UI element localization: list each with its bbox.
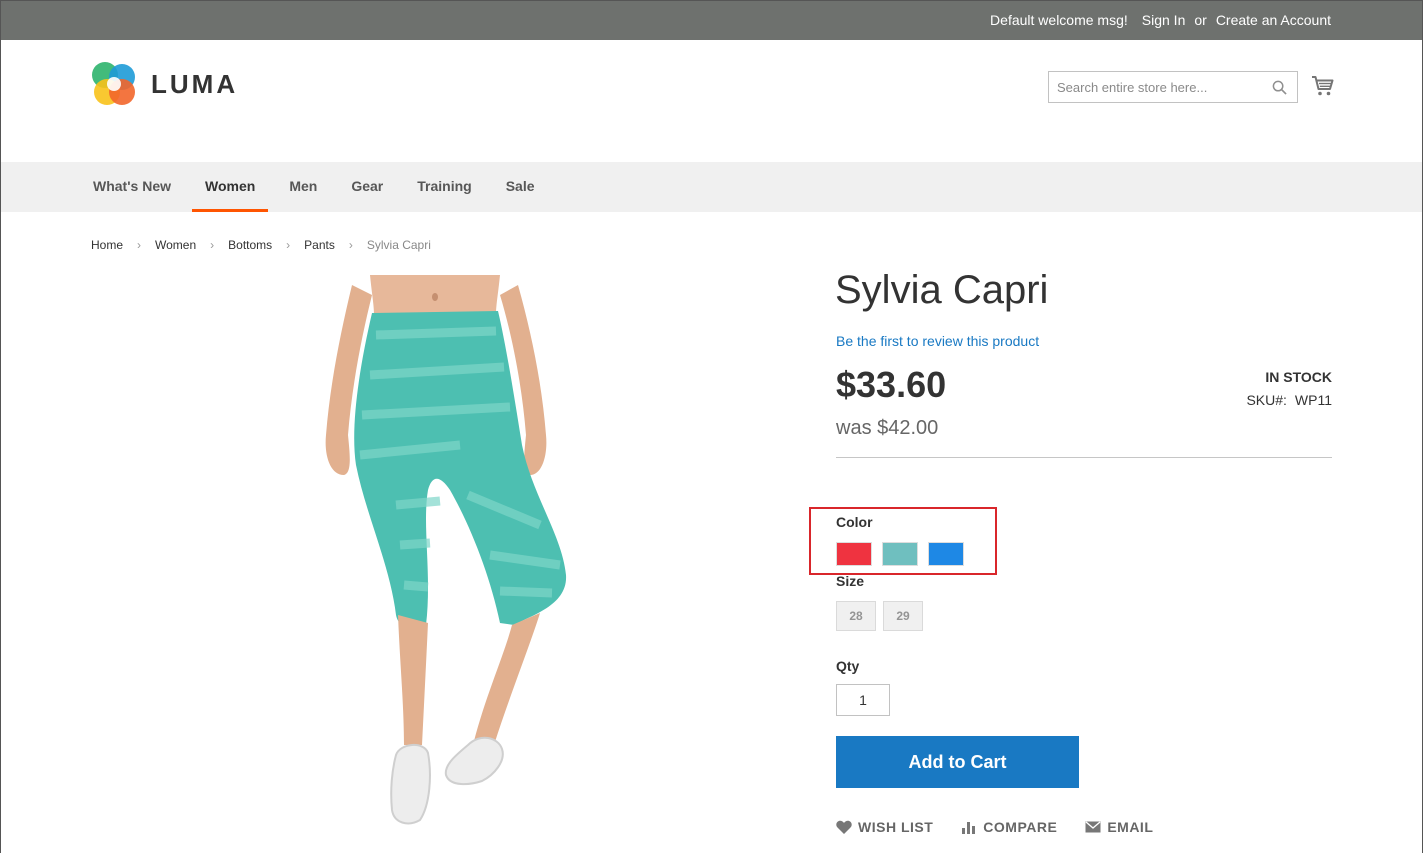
heart-icon	[836, 820, 852, 834]
chevron-right-icon: ›	[210, 238, 215, 252]
breadcrumb-pants[interactable]: Pants	[304, 238, 335, 252]
logo[interactable]: LUMA	[92, 62, 238, 107]
review-link[interactable]: Be the first to review this product	[836, 333, 1039, 349]
top-bar: Default welcome msg! Sign In or Create a…	[0, 0, 1423, 40]
chevron-right-icon: ›	[137, 238, 142, 252]
swatch-red[interactable]	[836, 542, 872, 566]
swatch-turquoise[interactable]	[882, 542, 918, 566]
welcome-message: Default welcome msg!	[990, 12, 1128, 28]
compare-icon	[962, 822, 976, 834]
top-links: Default welcome msg! Sign In or Create a…	[990, 12, 1331, 28]
color-label: Color	[836, 514, 873, 530]
size-option-29[interactable]: 29	[883, 601, 923, 631]
breadcrumb-home[interactable]: Home	[91, 238, 123, 252]
sign-in-link[interactable]: Sign In	[1142, 12, 1186, 28]
or-separator: or	[1194, 12, 1207, 28]
nav-item-gear[interactable]: Gear	[334, 162, 400, 212]
wish-list-label: WISH LIST	[858, 819, 934, 835]
product-title: Sylvia Capri	[835, 268, 1049, 312]
logo-icon	[92, 62, 137, 107]
cart-icon[interactable]	[1311, 74, 1335, 98]
chevron-right-icon: ›	[348, 238, 353, 252]
search-box	[1048, 71, 1298, 103]
nav-item-women[interactable]: Women	[188, 162, 272, 212]
compare-link[interactable]: COMPARE	[961, 819, 1057, 835]
nav-item-sale[interactable]: Sale	[489, 162, 552, 212]
size-option-28[interactable]: 28	[836, 601, 876, 631]
email-link[interactable]: EMAIL	[1085, 819, 1153, 835]
breadcrumb-current: Sylvia Capri	[366, 238, 431, 252]
sku-label: SKU#:	[1246, 392, 1287, 408]
divider	[836, 457, 1332, 458]
logo-text: LUMA	[151, 69, 239, 99]
sku-value: WP11	[1294, 392, 1332, 408]
nav-item-training[interactable]: Training	[400, 162, 488, 212]
chevron-right-icon: ›	[286, 238, 291, 252]
qty-label: Qty	[836, 658, 860, 674]
nav-item-men[interactable]: Men	[272, 162, 334, 212]
breadcrumb-bottoms[interactable]: Bottoms	[228, 238, 272, 252]
envelope-icon	[1085, 821, 1101, 833]
email-label: EMAIL	[1107, 819, 1154, 835]
breadcrumb: Home › Women › Bottoms › Pants › Sylvia …	[91, 238, 431, 252]
main-nav: What's New Women Men Gear Training Sale	[0, 162, 1423, 212]
add-to-cart-button[interactable]: Add to Cart	[836, 736, 1079, 788]
qty-input[interactable]: 1	[836, 684, 890, 716]
swatch-blue[interactable]	[928, 542, 964, 566]
search-input[interactable]	[1049, 72, 1259, 102]
stock-status: IN STOCK	[1265, 369, 1332, 385]
header: LUMA	[0, 40, 1423, 162]
breadcrumb-women[interactable]: Women	[155, 238, 196, 252]
product-image[interactable]	[300, 275, 590, 840]
compare-label: COMPARE	[983, 819, 1058, 835]
nav-item-whats-new[interactable]: What's New	[76, 162, 188, 212]
product-actions: WISH LIST COMPARE EMAIL	[836, 819, 1181, 835]
size-label: Size	[836, 573, 865, 589]
search-icon[interactable]	[1272, 80, 1287, 95]
old-price: was $42.00	[836, 417, 939, 439]
wish-list-link[interactable]: WISH LIST	[836, 819, 933, 835]
product-price: $33.60	[836, 364, 947, 405]
sku: SKU#: WP11	[1246, 392, 1332, 408]
create-account-link[interactable]: Create an Account	[1216, 12, 1331, 28]
